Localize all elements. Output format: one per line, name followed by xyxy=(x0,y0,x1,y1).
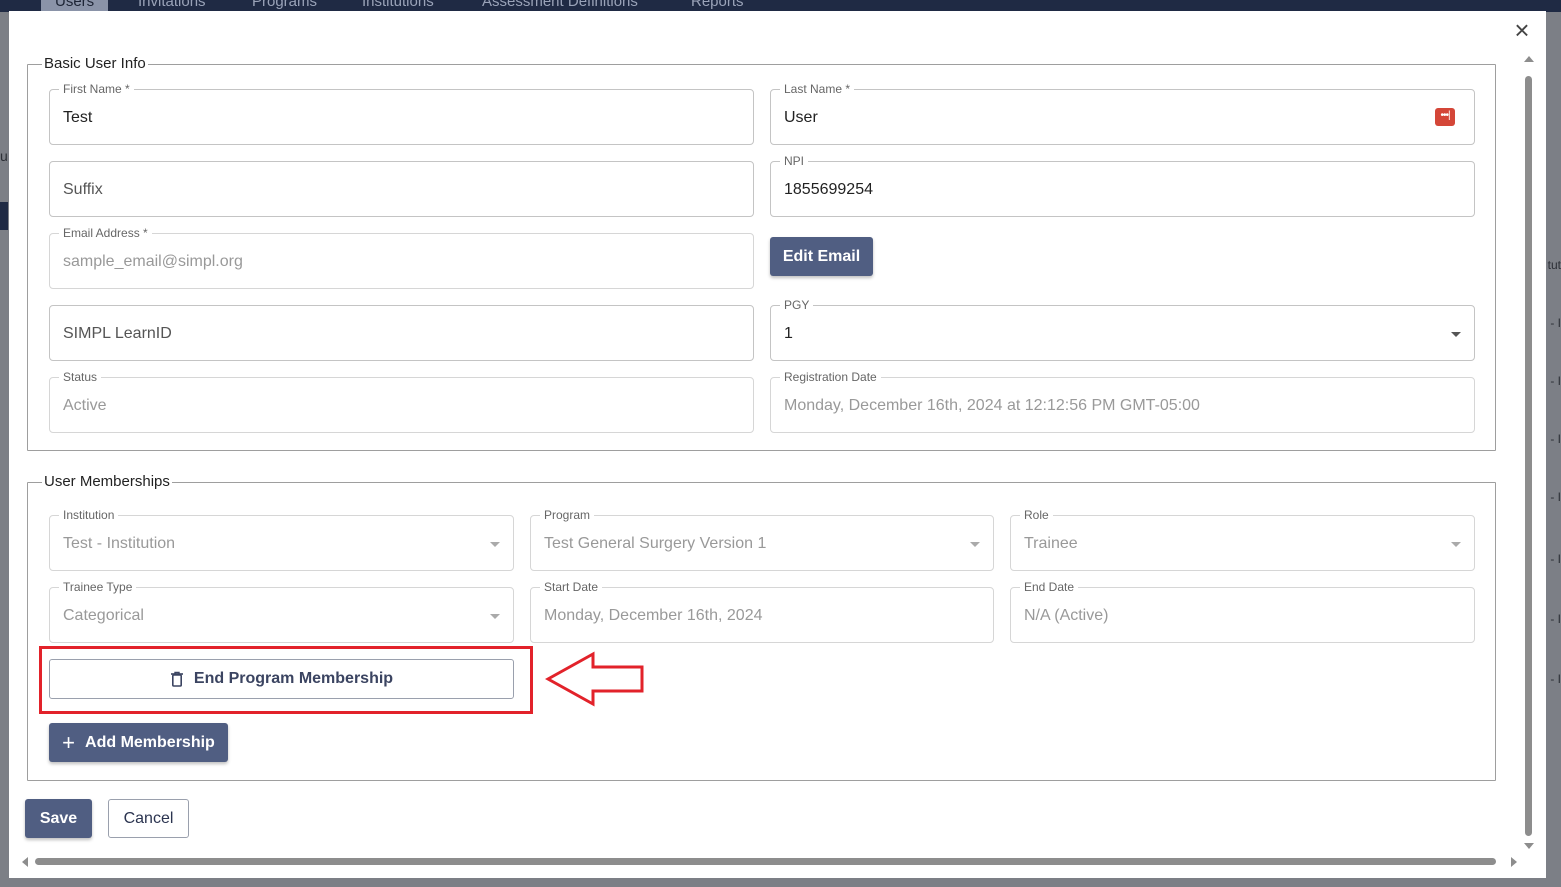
email-value: sample_email@simpl.org xyxy=(63,253,243,270)
chevron-down-icon[interactable] xyxy=(1451,332,1461,337)
status-label: Status xyxy=(59,370,102,384)
institution-value: Test - Institution xyxy=(63,535,176,552)
registration-date-field: Registration Date Monday, December 16th,… xyxy=(770,370,1475,433)
suffix-field[interactable]: Suffix xyxy=(49,161,754,217)
email-field: Email Address * sample_email@simpl.org xyxy=(49,226,754,289)
end-date-label: End Date xyxy=(1020,580,1079,594)
first-name-label: First Name * xyxy=(59,82,134,96)
last-name-field[interactable]: Last Name * User •••| xyxy=(770,82,1475,145)
bg-left-tab xyxy=(0,202,8,230)
annotation-highlight-box xyxy=(39,646,533,714)
scroll-right-icon[interactable] xyxy=(1511,857,1517,867)
annotation-arrow-icon xyxy=(545,651,644,707)
suffix-placeholder: Suffix xyxy=(63,181,103,198)
plus-icon: + xyxy=(62,729,76,755)
add-membership-button[interactable]: + Add Membership xyxy=(49,723,228,762)
end-date-field: End Date N/A (Active) xyxy=(1010,580,1475,643)
scroll-down-icon[interactable] xyxy=(1524,843,1534,849)
trainee-type-label: Trainee Type xyxy=(59,580,137,594)
first-name-field[interactable]: First Name * Test xyxy=(49,82,754,145)
bg-right-text: - I xyxy=(1550,612,1561,626)
vertical-scrollbar[interactable] xyxy=(1525,76,1532,836)
start-date-value: Monday, December 16th, 2024 xyxy=(544,607,763,624)
edit-email-button[interactable]: Edit Email xyxy=(770,237,873,276)
trainee-type-value: Categorical xyxy=(63,607,144,624)
first-name-value: Test xyxy=(63,109,93,126)
chevron-down-icon xyxy=(490,614,500,619)
scroll-left-icon[interactable] xyxy=(22,857,28,867)
user-memberships-legend: User Memberships xyxy=(44,473,170,490)
pgy-select[interactable]: PGY 1 xyxy=(770,298,1475,361)
bg-tab-programs: Programs xyxy=(252,0,318,10)
bg-right-text: - I xyxy=(1550,490,1561,504)
basic-user-info-legend: Basic User Info xyxy=(44,55,146,72)
chevron-down-icon xyxy=(490,542,500,547)
bg-left-text: u xyxy=(0,148,8,164)
close-icon[interactable]: × xyxy=(1510,17,1534,43)
last-name-label: Last Name * xyxy=(780,82,855,96)
end-date-value: N/A (Active) xyxy=(1024,607,1109,624)
status-field: Status Active xyxy=(49,370,754,433)
role-value: Trainee xyxy=(1024,535,1078,552)
bg-right-text: tut xyxy=(1547,258,1561,272)
pgy-label: PGY xyxy=(780,298,814,312)
edit-user-dialog: × Basic User Info First Name * Test Last… xyxy=(9,11,1546,878)
horizontal-scrollbar[interactable] xyxy=(35,858,1496,865)
bg-tab-institutions: Institutions xyxy=(362,0,434,10)
institution-select: Institution Test - Institution xyxy=(49,508,514,571)
email-label: Email Address * xyxy=(59,226,152,240)
bg-right-text: - I xyxy=(1550,432,1561,446)
npi-label: NPI xyxy=(780,154,809,168)
scroll-up-icon[interactable] xyxy=(1524,56,1534,62)
bg-right-text: - I xyxy=(1550,374,1561,388)
chevron-down-icon xyxy=(970,542,980,547)
last-name-value: User xyxy=(784,109,818,126)
bg-right-text: - I xyxy=(1550,316,1561,330)
chevron-down-icon xyxy=(1451,542,1461,547)
pgy-value: 1 xyxy=(784,325,793,342)
password-manager-icon[interactable]: •••| xyxy=(1435,108,1455,126)
role-label: Role xyxy=(1020,508,1053,522)
registration-date-value: Monday, December 16th, 2024 at 12:12:56 … xyxy=(784,397,1200,414)
bg-tab-assessment-definitions: Assessment Definitions xyxy=(482,0,638,10)
role-select: Role Trainee xyxy=(1010,508,1475,571)
add-membership-label: Add Membership xyxy=(85,733,215,751)
bg-right-text: - I xyxy=(1550,552,1561,566)
program-select: Program Test General Surgery Version 1 xyxy=(530,508,994,571)
npi-field[interactable]: NPI 1855699254 xyxy=(770,154,1475,217)
bg-right-text: - I xyxy=(1550,672,1561,686)
learn-id-placeholder: SIMPL LearnID xyxy=(63,325,172,342)
institution-label: Institution xyxy=(59,508,119,522)
start-date-field: Start Date Monday, December 16th, 2024 xyxy=(530,580,994,643)
start-date-label: Start Date xyxy=(540,580,603,594)
program-label: Program xyxy=(540,508,595,522)
bg-tab-invitations: Invitations xyxy=(138,0,206,10)
learn-id-field[interactable]: SIMPL LearnID xyxy=(49,305,754,361)
status-value: Active xyxy=(63,397,107,414)
cancel-button[interactable]: Cancel xyxy=(108,799,189,838)
save-button[interactable]: Save xyxy=(25,799,92,838)
bg-tab-reports: Reports xyxy=(691,0,744,10)
registration-date-label: Registration Date xyxy=(780,370,881,384)
program-value: Test General Surgery Version 1 xyxy=(544,535,767,552)
npi-value: 1855699254 xyxy=(784,181,873,198)
trainee-type-select: Trainee Type Categorical xyxy=(49,580,514,643)
